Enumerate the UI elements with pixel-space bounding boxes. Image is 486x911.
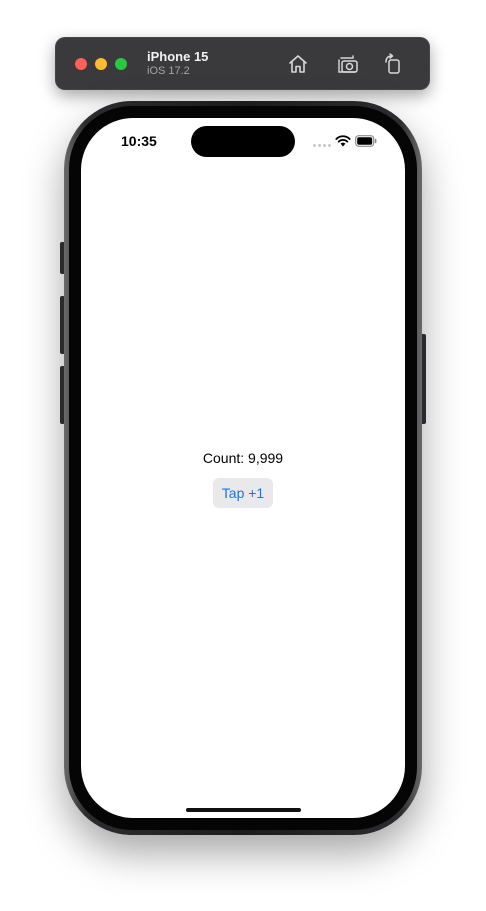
screenshot-button[interactable] [335, 51, 361, 77]
zoom-window-button[interactable] [115, 58, 127, 70]
dynamic-island [191, 126, 295, 157]
minimize-window-button[interactable] [95, 58, 107, 70]
battery-icon [355, 135, 377, 147]
rotate-icon [385, 53, 400, 74]
home-button[interactable] [285, 51, 311, 77]
rotate-button[interactable] [380, 51, 406, 77]
cellular-dots-icon [313, 144, 331, 147]
tap-increment-button[interactable]: Tap +1 [213, 478, 273, 508]
screenshot-icon [338, 55, 358, 73]
close-window-button[interactable] [75, 58, 87, 70]
home-icon [289, 55, 307, 73]
wifi-icon [335, 135, 351, 147]
os-version: iOS 17.2 [147, 65, 190, 77]
count-label: Count: 9,999 [202, 450, 284, 466]
simulator-window: iPhone 15 iOS 17.2 10:35 Count: 9,999 Ta… [0, 0, 486, 911]
status-time: 10:35 [121, 133, 157, 149]
simulator-toolbar: iPhone 15 iOS 17.2 [55, 37, 430, 90]
phone-screen: 10:35 Count: 9,999 Tap +1 [81, 118, 405, 818]
home-indicator[interactable] [186, 808, 301, 812]
device-name: iPhone 15 [147, 49, 209, 64]
